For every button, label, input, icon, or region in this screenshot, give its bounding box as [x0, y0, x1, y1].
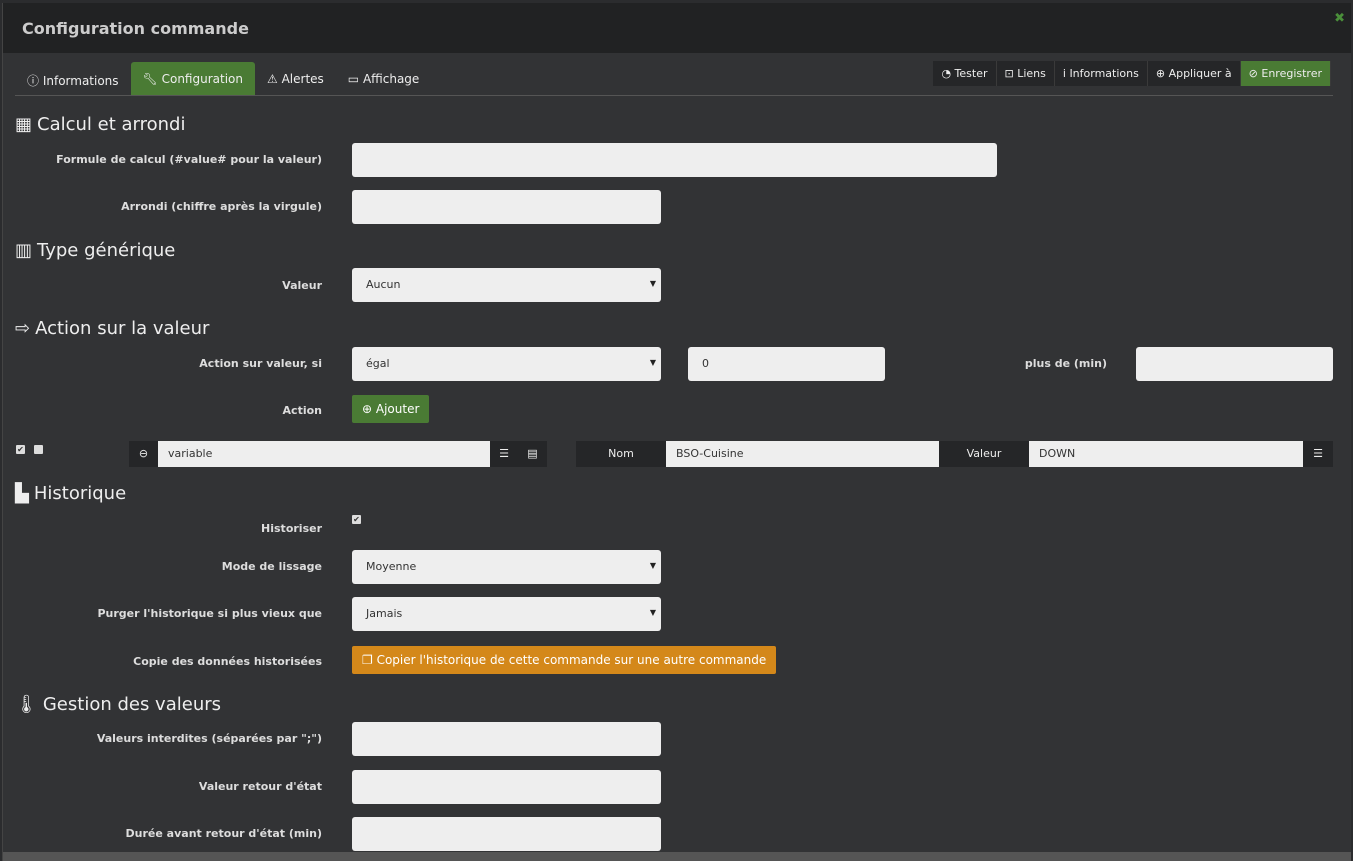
cond-label: Action sur valeur, si [199, 357, 322, 370]
copy-icon: ❐ [362, 653, 377, 667]
wrench-icon: 🔧︎ [142, 72, 162, 86]
table-icon: ▦ [15, 114, 33, 135]
select-option-button[interactable]: ▤ [518, 441, 547, 467]
sign-out-icon: ⇨ [15, 318, 31, 339]
return-label: Valeur retour d'état [198, 780, 322, 793]
section-historique: ▙ Historique [15, 483, 127, 504]
more-label: plus de (min) [1024, 357, 1107, 370]
tester-button[interactable]: ◔ Tester [933, 61, 997, 86]
smooth-select[interactable]: Moyenne [352, 550, 661, 584]
forbidden-label: Valeurs interdites (séparées par ";") [96, 732, 322, 745]
horizontal-scrollbar[interactable] [3, 852, 1351, 861]
enabled-checkbox[interactable]: ✔ [16, 445, 25, 454]
monitor-icon: ▭ [347, 72, 363, 86]
round-input[interactable] [352, 190, 661, 224]
section-type-generique: ▥ Type générique [15, 240, 176, 261]
thermometer-icon: 🌡︎ [15, 694, 38, 715]
link-icon: ⊡ [1004, 67, 1018, 80]
minus-circle-icon: ⊖ [138, 447, 149, 460]
copy-label: Copie des données historisées [133, 655, 322, 668]
plus-circle-icon: ⊕ [1155, 67, 1169, 80]
tab-alertes[interactable]: ⚠ Alertes [255, 62, 336, 95]
select-cmd-button[interactable]: ☰ [490, 441, 518, 467]
section-action: ⇨ Action sur la valeur [15, 318, 210, 339]
generic-type-select[interactable]: Aucun [352, 268, 661, 302]
close-icon[interactable]: ✖ [1334, 11, 1345, 26]
section-gestion-valeurs: 🌡︎ Gestion des valeurs [15, 694, 222, 715]
check-circle-icon: ⊘ [1248, 67, 1262, 80]
tab-affichage[interactable]: ▭ Affichage [336, 62, 432, 95]
liens-button[interactable]: ⊡ Liens [996, 61, 1055, 86]
formula-input[interactable] [352, 143, 997, 177]
config-modal: Configuration commande ✖ ⓘ Informations … [2, 3, 1351, 861]
tab-configuration[interactable]: 🔧︎ Configuration [130, 62, 255, 95]
divider [15, 95, 1333, 96]
tab-bar: ⓘ Informations 🔧︎ Configuration ⚠ Alerte… [15, 62, 431, 95]
purge-select[interactable]: Jamais [352, 597, 661, 631]
warning-icon: ⚠ [267, 72, 282, 86]
more-input[interactable] [1136, 347, 1333, 381]
historize-checkbox[interactable]: ✔ [352, 515, 361, 524]
historize-label: Historiser [261, 522, 322, 535]
value-list-button[interactable]: ☰ [1303, 441, 1333, 467]
modal-header: Configuration commande ✖ [3, 3, 1351, 53]
enregistrer-button[interactable]: ⊘ Enregistrer [1240, 61, 1331, 86]
generic-value-label: Valeur [282, 279, 322, 292]
copy-history-button[interactable]: ❐ Copier l'historique de cette commande … [352, 646, 777, 674]
action-label: Action [282, 404, 322, 417]
forbidden-input[interactable] [352, 722, 661, 756]
remove-action-button[interactable]: ⊖ [129, 441, 158, 467]
formula-label: Formule de calcul (#value# pour la valeu… [56, 153, 322, 166]
tab-informations[interactable]: ⓘ Informations [15, 62, 131, 95]
add-action-button[interactable]: ⊕ Ajouter [352, 395, 430, 423]
cond-select[interactable]: égal [352, 347, 661, 381]
info-circle-icon: ⓘ [27, 74, 43, 88]
rss-icon: ◔ [941, 67, 955, 80]
name-input[interactable]: BSO-Cuisine [666, 441, 939, 467]
list-icon: ☰ [1313, 447, 1323, 460]
list-icon: ☰ [499, 447, 509, 460]
parallel-checkbox[interactable] [34, 445, 43, 454]
smooth-label: Mode de lissage [221, 560, 322, 573]
plus-circle-icon: ⊕ [362, 402, 376, 416]
cond-value-input[interactable]: 0 [688, 347, 885, 381]
list-alt-icon: ▤ [527, 447, 538, 460]
value-input[interactable]: DOWN [1029, 441, 1303, 467]
appliquer-button[interactable]: ⊕ Appliquer à [1147, 61, 1241, 86]
duration-input[interactable] [352, 817, 661, 851]
modal-title: Configuration commande [22, 19, 249, 38]
duration-label: Durée avant retour d'état (min) [125, 827, 322, 840]
bar-chart-icon: ▙ [15, 483, 29, 504]
value-addon: Valeur [939, 441, 1029, 467]
cmd-input[interactable]: variable [158, 441, 490, 467]
return-input[interactable] [352, 770, 661, 804]
purge-label: Purger l'historique si plus vieux que [97, 607, 322, 620]
building-icon: ▥ [15, 240, 33, 261]
round-label: Arrondi (chiffre après la virgule) [121, 200, 322, 213]
section-calcul: ▦ Calcul et arrondi [15, 114, 186, 135]
name-addon: Nom [576, 441, 666, 467]
action-toolbar: ◔ Tester ⊡ Liens i Informations ⊕ Appliq… [933, 61, 1331, 86]
informations-button[interactable]: i Informations [1054, 61, 1148, 86]
